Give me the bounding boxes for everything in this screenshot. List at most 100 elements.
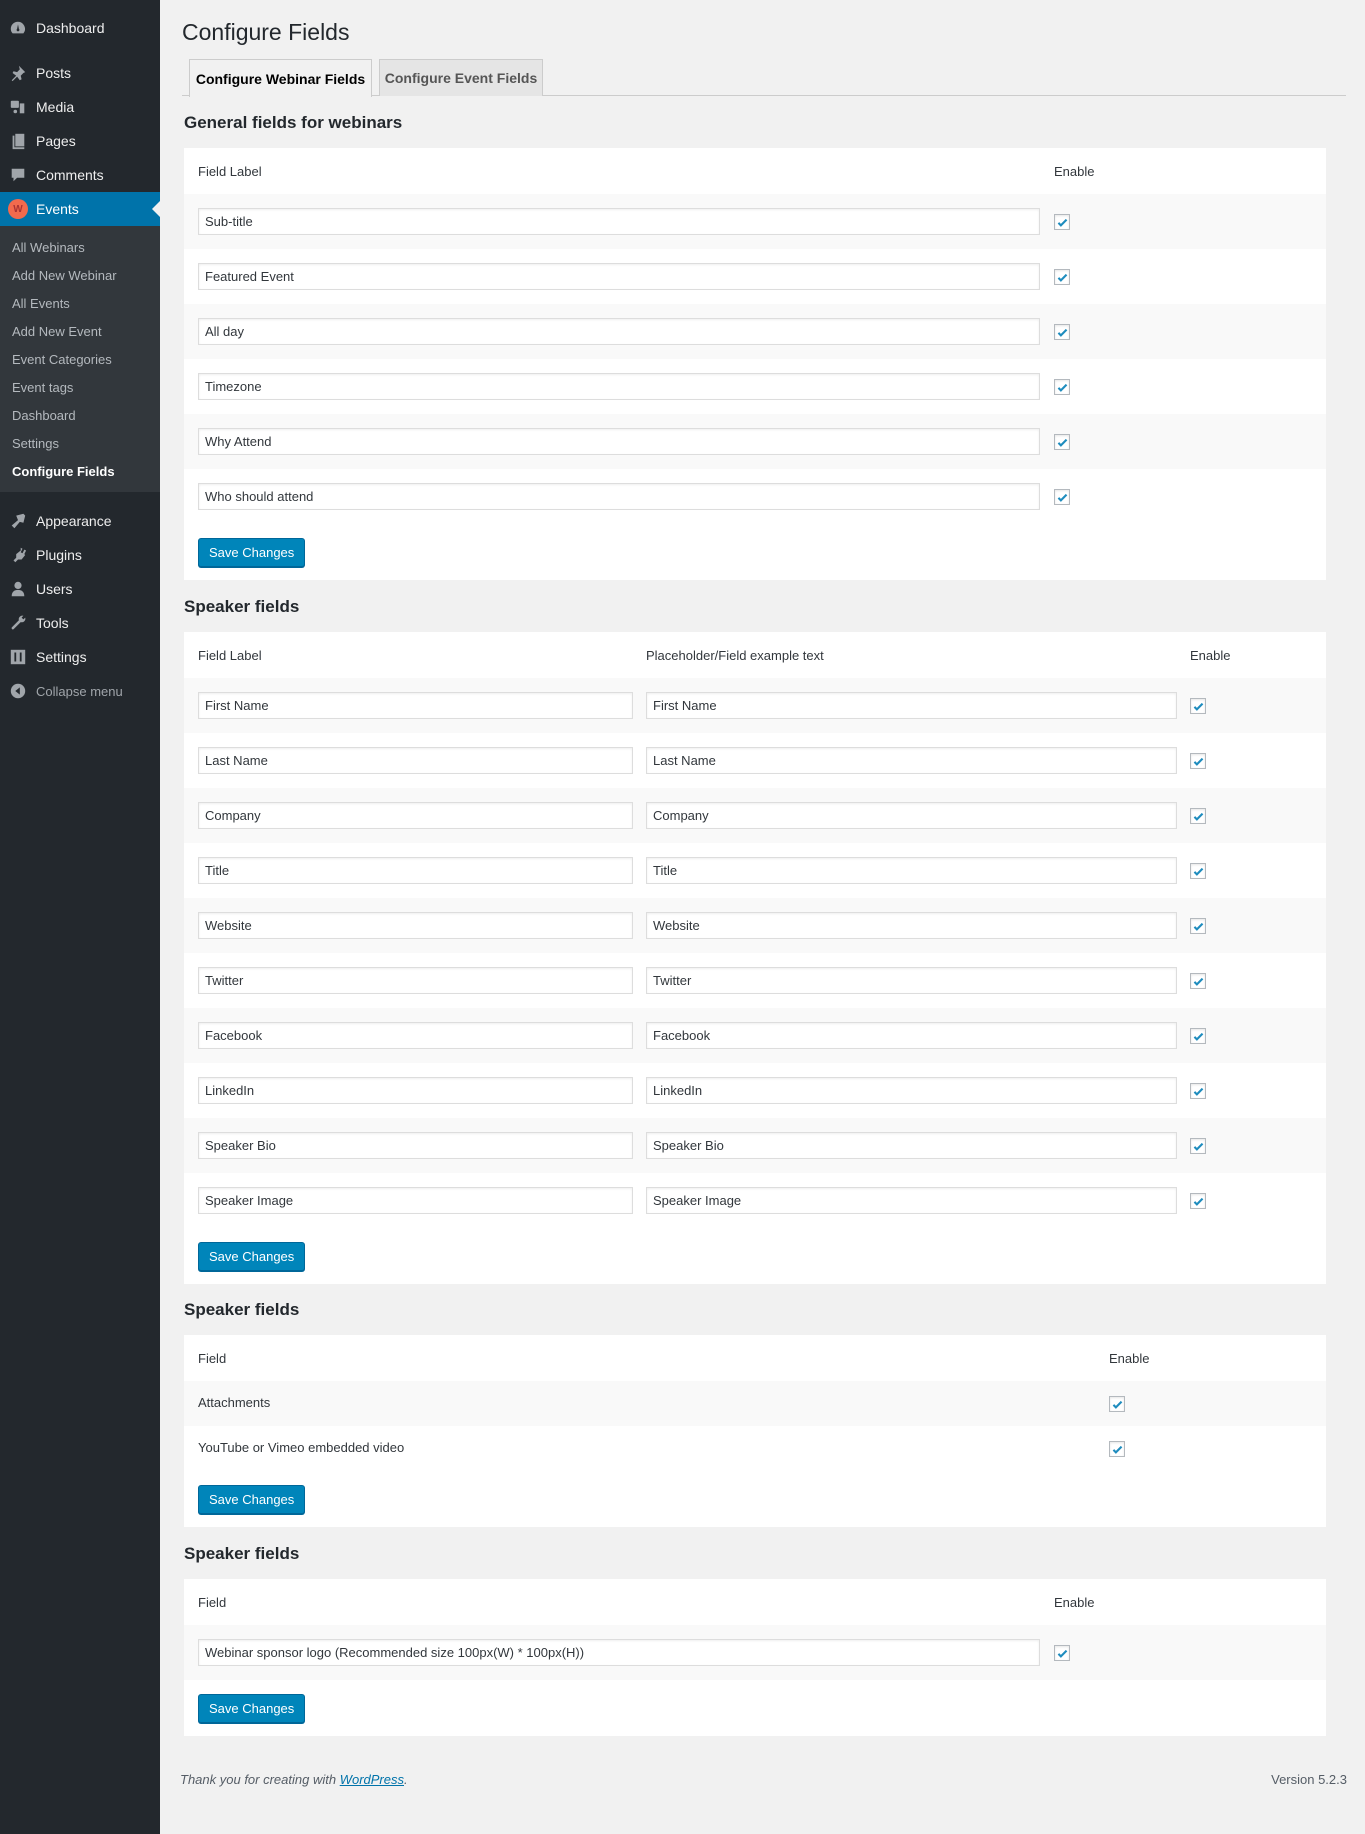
field-label-input[interactable] bbox=[198, 912, 633, 939]
sidebar-item-settings[interactable]: Settings bbox=[0, 640, 160, 674]
field-label-input[interactable] bbox=[198, 318, 1040, 345]
table-row bbox=[184, 359, 1326, 414]
checkmark-icon bbox=[1192, 700, 1205, 713]
enable-checkbox[interactable] bbox=[1054, 324, 1070, 340]
sidebar-item-pages[interactable]: Pages bbox=[0, 124, 160, 158]
placeholder-input[interactable] bbox=[646, 1077, 1177, 1104]
table-row bbox=[184, 194, 1326, 249]
placeholder-input[interactable] bbox=[646, 912, 1177, 939]
placeholder-input[interactable] bbox=[646, 857, 1177, 884]
submenu-add-new-webinar[interactable]: Add New Webinar bbox=[12, 268, 117, 283]
sidebar-item-plugins[interactable]: Plugins bbox=[0, 538, 160, 572]
field-label-input[interactable] bbox=[198, 483, 1040, 510]
submenu-dashboard[interactable]: Dashboard bbox=[12, 408, 76, 423]
sidebar-item-media[interactable]: Media bbox=[0, 90, 160, 124]
sliders-icon bbox=[0, 648, 36, 666]
general-fields-panel: Field Label Enable Save Changes bbox=[184, 148, 1326, 580]
save-changes-button[interactable]: Save Changes bbox=[198, 1242, 306, 1271]
sponsor-section-title: Speaker fields bbox=[184, 1544, 300, 1563]
submenu-all-webinars[interactable]: All Webinars bbox=[12, 240, 85, 255]
field-label-input[interactable] bbox=[198, 857, 633, 884]
save-changes-button[interactable]: Save Changes bbox=[198, 538, 306, 567]
enable-checkbox[interactable] bbox=[1190, 863, 1206, 879]
enable-checkbox[interactable] bbox=[1190, 808, 1206, 824]
enable-checkbox[interactable] bbox=[1190, 1193, 1206, 1209]
events-badge-icon: W bbox=[8, 199, 28, 219]
paintbrush-icon bbox=[0, 512, 36, 530]
checkmark-icon bbox=[1192, 865, 1205, 878]
placeholder-input[interactable] bbox=[646, 747, 1177, 774]
placeholder-input[interactable] bbox=[646, 1132, 1177, 1159]
submenu-event-categories[interactable]: Event Categories bbox=[12, 352, 112, 367]
table-row bbox=[184, 1625, 1326, 1680]
header-field: Field bbox=[198, 1595, 227, 1610]
wrench-icon bbox=[0, 614, 36, 632]
sidebar-item-events[interactable]: W Events bbox=[0, 192, 160, 226]
enable-checkbox[interactable] bbox=[1109, 1396, 1125, 1412]
table-row bbox=[184, 678, 1326, 733]
table-row: Attachments bbox=[184, 1381, 1326, 1426]
collapse-menu-button[interactable]: Collapse menu bbox=[0, 674, 160, 708]
placeholder-input[interactable] bbox=[646, 692, 1177, 719]
tab-configure-event-fields[interactable]: Configure Event Fields bbox=[379, 59, 543, 96]
sidebar-item-dashboard[interactable]: Dashboard bbox=[0, 11, 160, 45]
enable-checkbox[interactable] bbox=[1190, 973, 1206, 989]
enable-checkbox[interactable] bbox=[1190, 753, 1206, 769]
wordpress-link[interactable]: WordPress bbox=[340, 1772, 404, 1787]
submenu-configure-fields[interactable]: Configure Fields bbox=[12, 464, 115, 479]
enable-checkbox[interactable] bbox=[1054, 269, 1070, 285]
tab-nav: Configure Webinar Fields Configure Event… bbox=[182, 59, 1346, 97]
field-label-input[interactable] bbox=[198, 208, 1040, 235]
placeholder-input[interactable] bbox=[646, 967, 1177, 994]
field-label-input[interactable] bbox=[198, 373, 1040, 400]
enable-checkbox[interactable] bbox=[1054, 489, 1070, 505]
enable-checkbox[interactable] bbox=[1109, 1441, 1125, 1457]
sidebar-item-appearance[interactable]: Appearance bbox=[0, 504, 160, 538]
submenu-all-events[interactable]: All Events bbox=[12, 296, 70, 311]
submenu-settings[interactable]: Settings bbox=[12, 436, 59, 451]
header-enable: Enable bbox=[1054, 164, 1095, 179]
field-label-input[interactable] bbox=[198, 1187, 633, 1214]
placeholder-input[interactable] bbox=[646, 1022, 1177, 1049]
sidebar-item-posts[interactable]: Posts bbox=[0, 56, 160, 90]
placeholder-input[interactable] bbox=[646, 802, 1177, 829]
enable-checkbox[interactable] bbox=[1190, 1138, 1206, 1154]
field-label-input[interactable] bbox=[198, 1639, 1040, 1666]
checkmark-icon bbox=[1056, 326, 1069, 339]
checkmark-icon bbox=[1111, 1398, 1124, 1411]
enable-checkbox[interactable] bbox=[1190, 918, 1206, 934]
enable-checkbox[interactable] bbox=[1054, 214, 1070, 230]
field-label-input[interactable] bbox=[198, 263, 1040, 290]
enable-checkbox[interactable] bbox=[1054, 434, 1070, 450]
field-label-input[interactable] bbox=[198, 1132, 633, 1159]
enable-checkbox[interactable] bbox=[1054, 379, 1070, 395]
sidebar-item-users[interactable]: Users bbox=[0, 572, 160, 606]
field-label-input[interactable] bbox=[198, 967, 633, 994]
field-label-input[interactable] bbox=[198, 692, 633, 719]
checkmark-icon bbox=[1111, 1443, 1124, 1456]
save-changes-button[interactable]: Save Changes bbox=[198, 1694, 306, 1723]
sidebar-item-comments[interactable]: Comments bbox=[0, 158, 160, 192]
current-menu-arrow bbox=[152, 201, 160, 217]
save-changes-button[interactable]: Save Changes bbox=[198, 1485, 306, 1514]
submenu-event-tags[interactable]: Event tags bbox=[12, 380, 73, 395]
sponsor-fields-panel: Field Enable Save Changes bbox=[184, 1579, 1326, 1736]
table-row bbox=[184, 304, 1326, 359]
field-label-input[interactable] bbox=[198, 428, 1040, 455]
enable-checkbox[interactable] bbox=[1190, 1028, 1206, 1044]
submenu-add-new-event[interactable]: Add New Event bbox=[12, 324, 102, 339]
field-label-input[interactable] bbox=[198, 1077, 633, 1104]
enable-checkbox[interactable] bbox=[1054, 1645, 1070, 1661]
placeholder-input[interactable] bbox=[646, 1187, 1177, 1214]
enable-checkbox[interactable] bbox=[1190, 698, 1206, 714]
field-label-input[interactable] bbox=[198, 747, 633, 774]
enable-checkbox[interactable] bbox=[1190, 1083, 1206, 1099]
tab-configure-webinar-fields[interactable]: Configure Webinar Fields bbox=[189, 59, 372, 97]
user-icon bbox=[0, 580, 36, 598]
field-label-input[interactable] bbox=[198, 1022, 633, 1049]
header-enable: Enable bbox=[1109, 1351, 1150, 1366]
sidebar-item-tools[interactable]: Tools bbox=[0, 606, 160, 640]
table-row bbox=[184, 788, 1326, 843]
media-table-header: Field Enable bbox=[184, 1335, 1326, 1381]
field-label-input[interactable] bbox=[198, 802, 633, 829]
